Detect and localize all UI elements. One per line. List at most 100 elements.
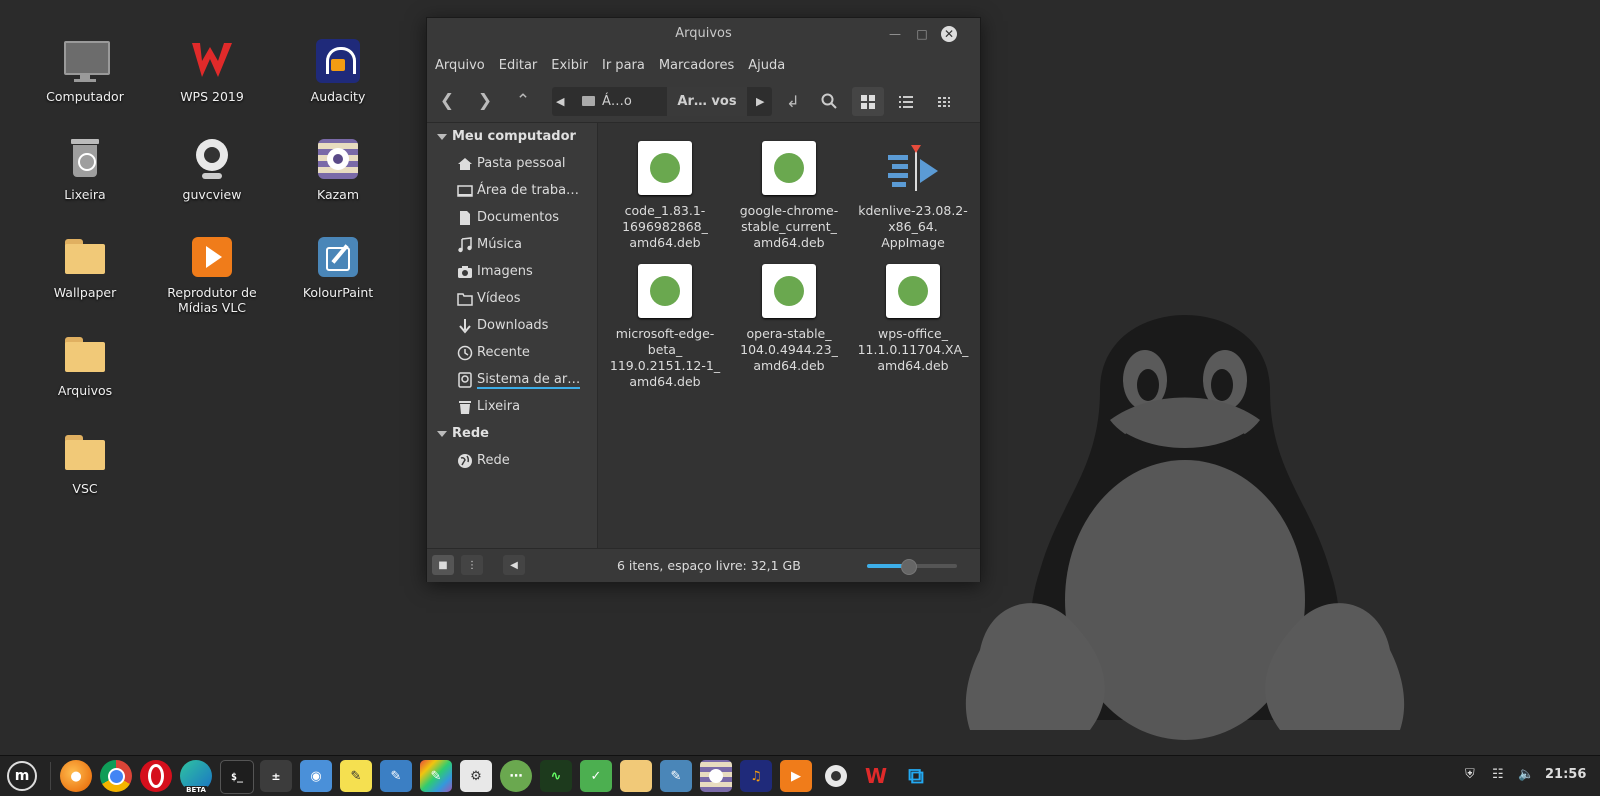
sidebar-item-sistema-de-arquivos[interactable]: Sistema de ar… [427, 366, 597, 393]
system-monitor-icon[interactable]: ∿ [540, 760, 572, 792]
up-button[interactable]: ⌃ [509, 87, 537, 115]
chrome-icon[interactable] [100, 760, 132, 792]
sidebar-item-label: Música [477, 237, 522, 252]
trash-icon [61, 135, 109, 183]
file-item[interactable]: wps-office_ 11.1.0.11704.XA_ amd64.deb [849, 264, 977, 374]
window-titlebar[interactable]: Arquivos — □ ✕ [427, 18, 980, 50]
desktop-icon-vlc[interactable]: Reprodutor de Mídias VLC [157, 233, 267, 315]
desktop-icon-kolourpaint[interactable]: KolourPaint [283, 233, 393, 300]
desktop-icon-computador[interactable]: Computador [30, 37, 140, 104]
search-button[interactable] [815, 87, 843, 115]
desktop-icon-arquivos[interactable]: Arquivos [30, 331, 140, 398]
opera-icon[interactable] [140, 760, 172, 792]
folder-icon [61, 429, 109, 477]
update-manager-icon[interactable]: ✓ [580, 760, 612, 792]
menu-ir-para[interactable]: Ir para [602, 58, 645, 73]
sidebar-item-pasta-pessoal[interactable]: Pasta pessoal [427, 150, 597, 177]
sidebar-item-documentos[interactable]: Documentos [427, 204, 597, 231]
file-item[interactable]: microsoft-edge- beta_ 119.0.2151.12-1_ a… [601, 264, 729, 390]
sidebar-item-rede[interactable]: Rede [427, 447, 597, 474]
file-name-line: microsoft-edge- [615, 326, 715, 341]
file-name-line: x86_64. [888, 219, 938, 234]
vlc-icon [188, 233, 236, 281]
breadcrumb-right-arrow[interactable]: ▶ [756, 87, 764, 116]
webcam-icon [188, 135, 236, 183]
file-item[interactable]: kdenlive-23.08.2- x86_64. AppImage [849, 141, 977, 251]
audacity-icon[interactable]: ♫ [740, 760, 772, 792]
volume-icon[interactable]: 🔈 [1518, 767, 1534, 782]
clock[interactable]: 21:56 [1545, 767, 1586, 782]
file-item[interactable]: code_1.83.1- 1696982868_ amd64.deb [601, 141, 729, 251]
zoom-slider[interactable] [867, 559, 957, 575]
text-editor-icon[interactable]: ✎ [380, 760, 412, 792]
maximize-button[interactable]: □ [914, 26, 930, 42]
menu-icon[interactable]: m [6, 760, 38, 792]
sidebar-section-rede[interactable]: Rede [427, 420, 597, 447]
kolourpaint-icon[interactable]: ✎ [660, 760, 692, 792]
vlc-icon[interactable]: ▶ [780, 760, 812, 792]
show-places-button[interactable]: ■ [432, 555, 454, 575]
software-manager-icon[interactable]: ⋯ [500, 760, 532, 792]
desktop-icon-kazam[interactable]: Kazam [283, 135, 393, 202]
menu-exibir[interactable]: Exibir [551, 58, 588, 73]
toggle-location-button[interactable]: ↲ [779, 87, 807, 115]
video-folder-icon [457, 293, 473, 306]
sidebar-item-imagens[interactable]: Imagens [427, 258, 597, 285]
sidebar-item-label: Área de traba… [477, 183, 580, 198]
desktop-icon-audacity[interactable]: Audacity [283, 37, 393, 104]
edge-beta-icon[interactable]: BETA [180, 760, 212, 794]
desktop-icon-wallpaper[interactable]: Wallpaper [30, 233, 140, 300]
terminal-icon[interactable]: $_ [220, 760, 254, 794]
kazam-icon[interactable] [700, 760, 732, 792]
guvcview-icon[interactable] [820, 760, 852, 792]
sidebar-item-lixeira[interactable]: Lixeira [427, 393, 597, 420]
close-button[interactable]: ✕ [941, 26, 957, 42]
desktop-icon-wps[interactable]: WPS 2019 [157, 37, 267, 104]
sidebar: Meu computador Pasta pessoal Área de tra… [427, 123, 598, 548]
sidebar-item-area-de-trabalho[interactable]: Área de traba… [427, 177, 597, 204]
back-button[interactable]: ❮ [433, 87, 461, 115]
toolbar: ❮ ❯ ⌃ ◀ Á…o Ar… vos ▶ ↲ [427, 80, 980, 123]
desktop-icon-label: Reprodutor de Mídias VLC [167, 285, 257, 315]
breadcrumb-item-area[interactable]: Á…o [602, 87, 632, 116]
firefox-icon[interactable]: ● [60, 760, 92, 792]
sidebar-item-recente[interactable]: Recente [427, 339, 597, 366]
file-name-line: AppImage [881, 235, 945, 250]
network-globe-icon [458, 454, 472, 468]
forward-button[interactable]: ❯ [471, 87, 499, 115]
vscode-icon[interactable]: ⧉ [900, 760, 932, 792]
desktop-icon-guvcview[interactable]: guvcview [157, 135, 267, 202]
settings-icon[interactable]: ⚙ [460, 760, 492, 792]
list-view-button[interactable] [890, 87, 922, 116]
menu-arquivo[interactable]: Arquivo [435, 58, 485, 73]
breadcrumb-item-arquivos[interactable]: Ar… vos [667, 87, 747, 116]
sidebar-item-videos[interactable]: Vídeos [427, 285, 597, 312]
sidebar-item-label: Rede [477, 453, 510, 468]
file-item[interactable]: google-chrome- stable_current_ amd64.deb [725, 141, 853, 251]
icon-view-button[interactable] [852, 87, 884, 116]
menu-marcadores[interactable]: Marcadores [659, 58, 734, 73]
network-icon[interactable]: ☷ [1492, 767, 1504, 782]
zoom-slider-handle[interactable] [900, 559, 917, 575]
menu-ajuda[interactable]: Ajuda [748, 58, 785, 73]
shield-icon[interactable]: ⛨ [1465, 767, 1475, 782]
sidebar-item-downloads[interactable]: Downloads [427, 312, 597, 339]
desktop-icon-lixeira[interactable]: Lixeira [30, 135, 140, 202]
show-tree-button[interactable]: ⋮ [461, 555, 483, 575]
file-item[interactable]: opera-stable_ 104.0.4944.23_ amd64.deb [725, 264, 853, 374]
files-icon[interactable] [620, 760, 652, 792]
menu-editar[interactable]: Editar [499, 58, 538, 73]
calculator-icon[interactable]: ± [260, 760, 292, 792]
breadcrumb-left-arrow[interactable]: ◀ [556, 87, 564, 116]
hide-sidebar-button[interactable]: ◀ [503, 555, 525, 575]
drawing-icon[interactable]: ✎ [420, 760, 452, 792]
sidebar-item-musica[interactable]: Música [427, 231, 597, 258]
sidebar-section-meu-computador[interactable]: Meu computador [427, 123, 597, 150]
minimize-button[interactable]: — [887, 26, 903, 42]
wps-icon[interactable]: W [860, 760, 892, 792]
screenshot-icon[interactable]: ◉ [300, 760, 332, 792]
sticky-notes-icon[interactable]: ✎ [340, 760, 372, 792]
chevron-right-icon: ❯ [477, 91, 493, 111]
desktop-icon-vsc[interactable]: VSC [30, 429, 140, 496]
compact-view-button[interactable] [928, 87, 960, 116]
